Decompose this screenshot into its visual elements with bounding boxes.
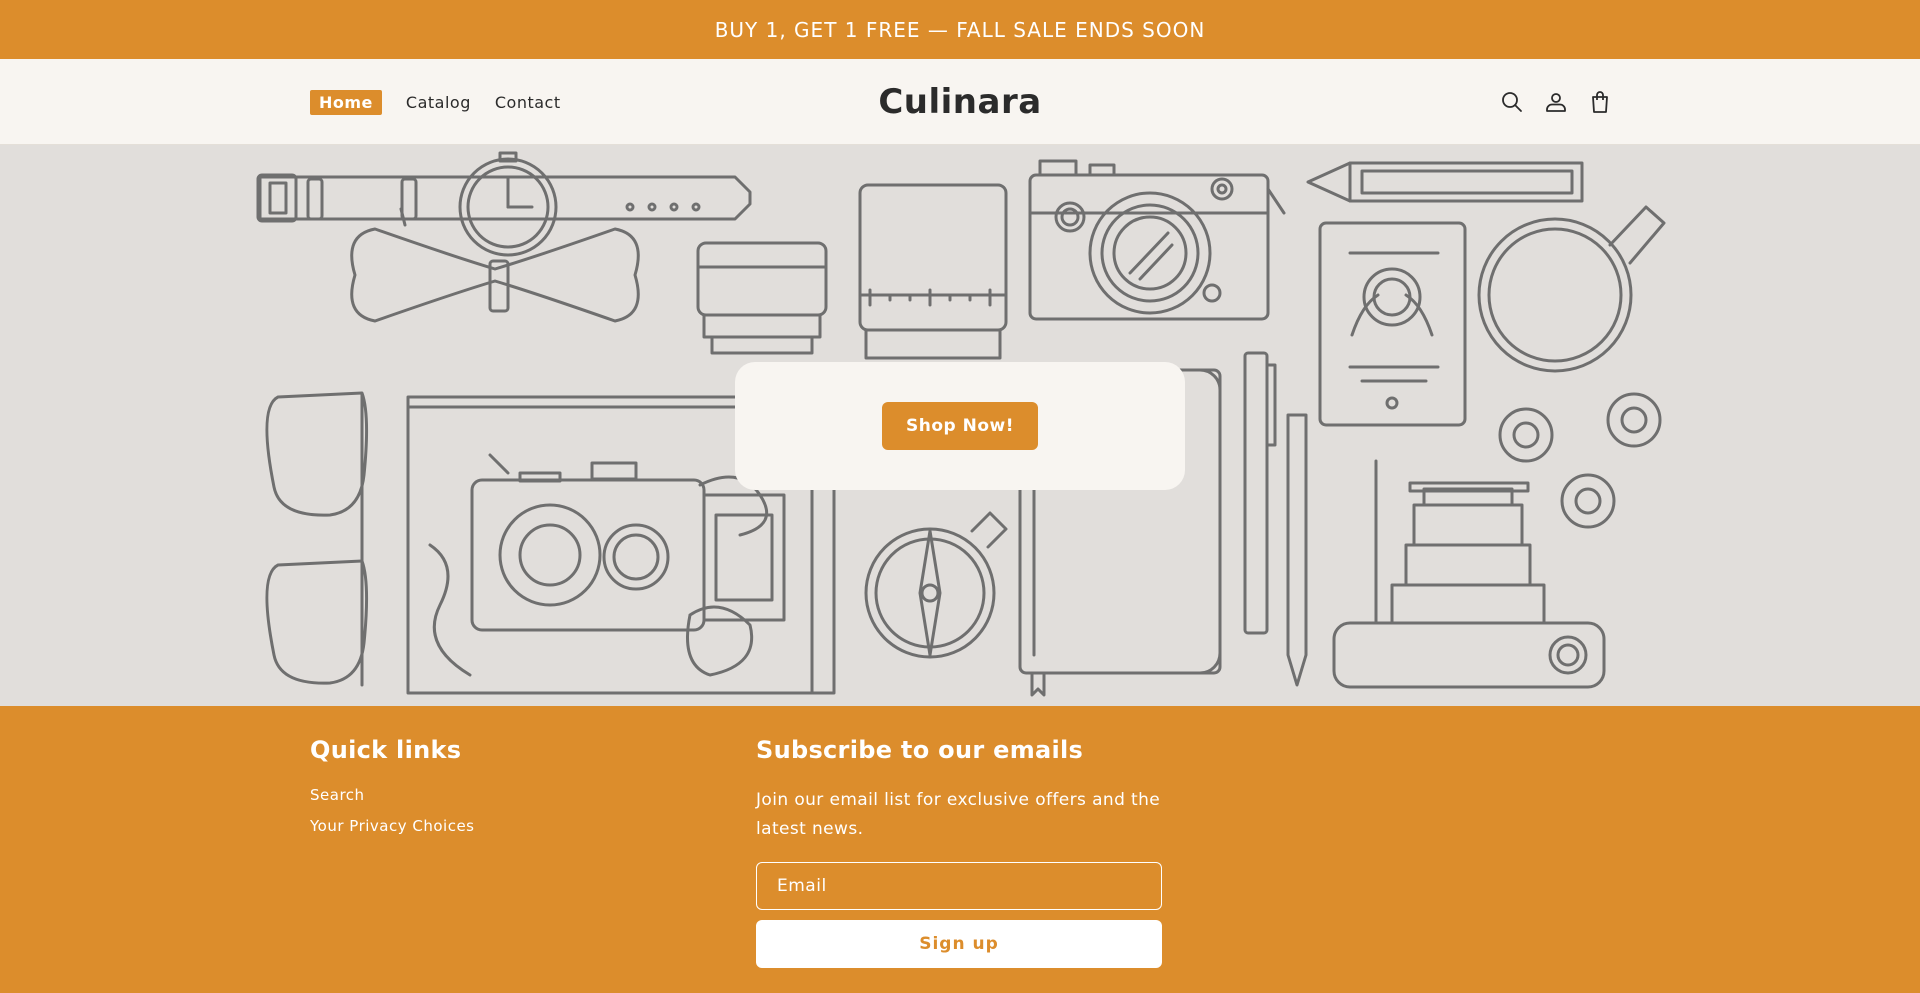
nav-catalog[interactable]: Catalog: [406, 93, 471, 112]
main-nav: Home Catalog Contact: [310, 59, 561, 145]
quick-links-column: Quick links Search Your Privacy Choices: [310, 736, 474, 848]
camera-illustration: [1028, 159, 1286, 321]
watch-illustration: [256, 151, 752, 257]
pencil-vertical-illustration: [1286, 413, 1308, 687]
hero-card: Shop Now!: [735, 362, 1185, 490]
sunglasses-illustration: [265, 391, 369, 687]
account-icon[interactable]: [1544, 90, 1568, 114]
shop-now-button[interactable]: Shop Now!: [882, 402, 1038, 450]
email-field[interactable]: [756, 862, 1162, 910]
pen-illustration: [1243, 351, 1277, 635]
twin-camera-illustration: [470, 453, 786, 632]
bowtie-illustration: [350, 207, 640, 323]
announcement-bar: BUY 1, GET 1 FREE — FALL SALE ENDS SOON: [0, 0, 1920, 59]
tape-illustration: [1498, 392, 1662, 529]
subscribe-column: Subscribe to our emails Join our email l…: [756, 736, 1162, 968]
search-icon[interactable]: [1500, 90, 1524, 114]
hero-banner: Shop Now!: [0, 145, 1920, 706]
site-header: Home Catalog Contact Culinara: [0, 59, 1920, 145]
quick-links-heading: Quick links: [310, 736, 462, 764]
footer-link-privacy[interactable]: Your Privacy Choices: [310, 817, 474, 835]
announcement-text: BUY 1, GET 1 FREE — FALL SALE ENDS SOON: [714, 17, 1206, 42]
compass-illustration: [864, 511, 1008, 659]
telephoto-lens-illustration: [858, 183, 1008, 360]
magnifier-illustration: [1477, 205, 1666, 373]
header-icons: [1500, 59, 1612, 145]
passport-illustration: [1318, 221, 1467, 427]
signup-button[interactable]: Sign up: [756, 920, 1162, 968]
subscribe-heading: Subscribe to our emails: [756, 736, 1084, 764]
nav-contact[interactable]: Contact: [495, 93, 561, 112]
lens-illustration: [696, 241, 828, 355]
site-logo: Culinara: [878, 82, 1042, 122]
site-footer: Quick links Search Your Privacy Choices …: [0, 706, 1920, 993]
subscribe-text: Join our email list for exclusive offers…: [756, 790, 1161, 839]
pencil-illustration: [1306, 161, 1584, 203]
footer-link-search[interactable]: Search: [310, 786, 474, 804]
nav-home[interactable]: Home: [310, 89, 382, 115]
cart-icon[interactable]: [1588, 90, 1612, 114]
